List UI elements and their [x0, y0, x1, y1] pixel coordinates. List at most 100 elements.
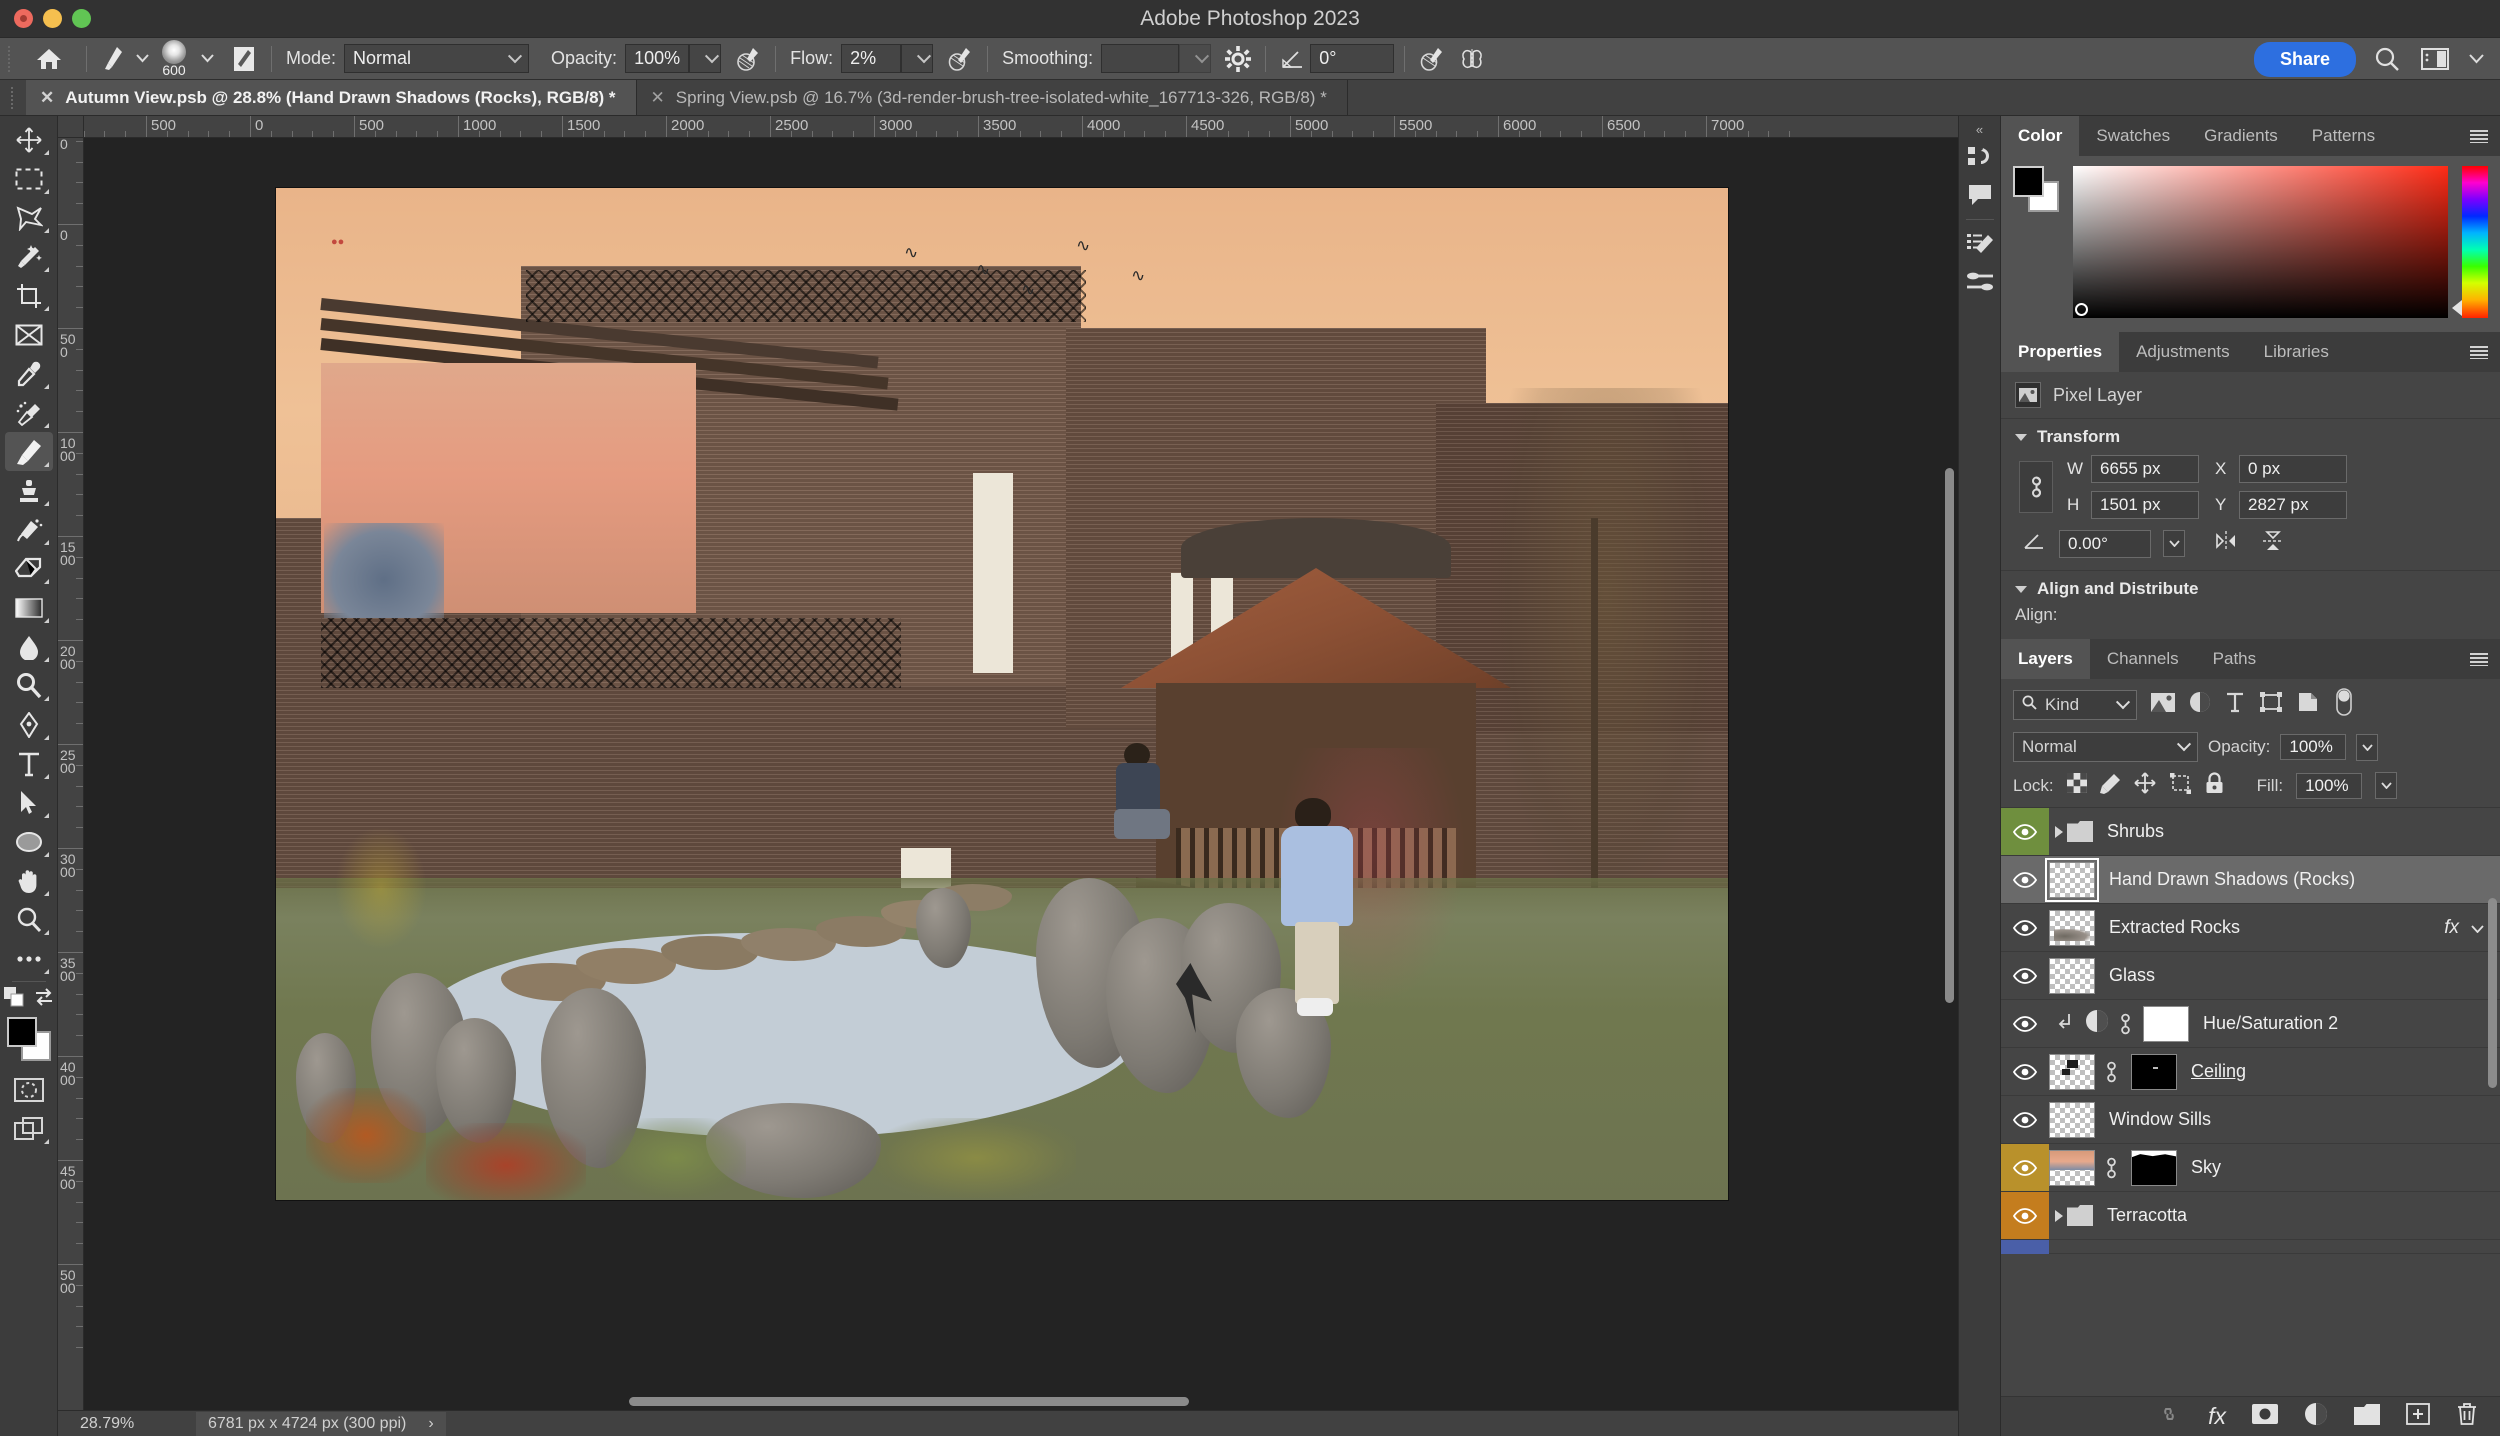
filter-kind-select[interactable]: Kind	[2013, 689, 2137, 720]
quick-mask-icon[interactable]	[5, 1070, 53, 1109]
angle-dropdown-icon[interactable]	[2163, 530, 2185, 557]
type-tool[interactable]	[5, 744, 53, 783]
chevron-right-icon[interactable]	[2055, 825, 2063, 838]
transform-section-header[interactable]: Transform	[2001, 419, 2500, 451]
layer-mask-thumbnail[interactable]	[2131, 1053, 2177, 1090]
spot-healing-brush-tool[interactable]	[5, 393, 53, 432]
tab-bar-grip[interactable]	[8, 86, 18, 109]
flow-stepper[interactable]	[901, 44, 934, 73]
tab-paths[interactable]: Paths	[2196, 639, 2273, 679]
tab-patterns[interactable]: Patterns	[2295, 116, 2392, 156]
brush-size-chevron-icon[interactable]	[195, 42, 219, 76]
layer-name[interactable]: Hand Drawn Shadows (Rocks)	[2109, 869, 2355, 890]
hue-slider[interactable]	[2452, 166, 2488, 318]
layer-visibility-toggle[interactable]	[2001, 952, 2049, 999]
layer-visibility-toggle[interactable]	[2001, 1144, 2049, 1191]
add-layer-mask-icon[interactable]	[2252, 1404, 2278, 1429]
layer-opacity-stepper[interactable]	[2356, 733, 2379, 761]
history-panel-icon[interactable]	[1962, 138, 1998, 176]
comments-panel-icon[interactable]	[1962, 176, 1998, 214]
smoothing-input[interactable]	[1101, 44, 1180, 73]
layer-row-terracotta[interactable]: Terracotta	[2001, 1192, 2500, 1240]
layer-fill-stepper[interactable]	[2375, 772, 2398, 799]
lock-artboard-icon[interactable]	[2169, 772, 2192, 799]
layer-row-sky[interactable]: Sky	[2001, 1144, 2500, 1192]
layer-thumbnail[interactable]	[2049, 1149, 2095, 1186]
pressure-opacity-icon[interactable]	[731, 42, 765, 76]
layer-name[interactable]: Sky	[2191, 1157, 2221, 1178]
color-field[interactable]	[2073, 166, 2448, 318]
layer-thumbnail[interactable]	[2049, 957, 2095, 994]
foreground-color-swatch[interactable]	[6, 1017, 37, 1047]
close-icon[interactable]: ✕	[40, 88, 54, 108]
collapse-panels-icon[interactable]: «	[1976, 120, 1983, 138]
angle-input[interactable]: 0.00°	[2059, 529, 2151, 558]
mask-link-icon[interactable]	[2119, 1011, 2135, 1037]
window-controls[interactable]	[0, 9, 91, 28]
layer-visibility-toggle[interactable]	[2001, 1239, 2049, 1254]
y-input[interactable]: 2827 px	[2239, 491, 2347, 519]
horizontal-ruler[interactable]: 0005000500100015002000250030003500400045…	[84, 116, 1958, 138]
layer-row-partial[interactable]	[2001, 1239, 2500, 1254]
dodge-tool[interactable]	[5, 666, 53, 705]
tab-swatches[interactable]: Swatches	[2079, 116, 2187, 156]
layers-scrollbar[interactable]	[2488, 898, 2497, 1088]
chevron-down-icon[interactable]	[2466, 42, 2486, 76]
tab-libraries[interactable]: Libraries	[2247, 332, 2346, 372]
brush-presets-panel-icon[interactable]	[1962, 263, 1998, 301]
brush-preset-chevron-icon[interactable]	[131, 42, 153, 76]
lasso-tool[interactable]	[5, 198, 53, 237]
close-icon[interactable]: ✕	[651, 88, 665, 108]
link-wh-icon[interactable]	[2019, 461, 2053, 513]
foreground-background-color[interactable]	[6, 1016, 52, 1062]
document-size-info[interactable]: 6781 px x 4724 px (300 ppi) ›	[196, 1411, 446, 1436]
layer-row-shrubs[interactable]: Shrubs	[2001, 808, 2500, 856]
zoom-level[interactable]: 28.79%	[80, 1415, 196, 1433]
options-bar-grip[interactable]	[6, 45, 16, 72]
panel-menu-icon[interactable]	[2470, 332, 2500, 372]
panel-menu-icon[interactable]	[2470, 639, 2500, 679]
rectangular-marquee-tool[interactable]	[5, 159, 53, 198]
flow-input[interactable]: 2%	[841, 44, 902, 73]
layer-list[interactable]: Shrubs Hand Drawn Shadows (Rocks) Extrac…	[2001, 807, 2500, 1396]
add-layer-style-icon[interactable]: fx	[2208, 1403, 2226, 1430]
airbrush-icon[interactable]	[943, 42, 977, 76]
flip-horizontal-icon[interactable]	[2213, 530, 2239, 557]
gradient-tool[interactable]	[5, 588, 53, 627]
layer-mask-thumbnail[interactable]	[2131, 1149, 2177, 1186]
brush-preset-icon[interactable]	[97, 42, 131, 76]
symmetry-butterfly-icon[interactable]	[1455, 42, 1489, 76]
artwork-canvas[interactable]: ∿ ∿ ∿ ∿ ∿ ●●	[276, 188, 1728, 1200]
brush-panel-icon[interactable]	[227, 42, 261, 76]
layer-fill-input[interactable]: 100%	[2296, 772, 2363, 799]
canvas-stage[interactable]: ∿ ∿ ∿ ∿ ∿ ●●	[84, 138, 1958, 1410]
panel-menu-icon[interactable]	[2470, 116, 2500, 156]
layer-name[interactable]: Window Sills	[2109, 1109, 2211, 1130]
brush-settings-panel-icon[interactable]	[1962, 225, 1998, 263]
pen-tool[interactable]	[5, 705, 53, 744]
lock-transparency-icon[interactable]	[2066, 773, 2087, 798]
pressure-size-icon[interactable]	[1415, 42, 1449, 76]
blur-tool[interactable]	[5, 627, 53, 666]
hand-tool[interactable]	[5, 861, 53, 900]
align-distribute-section-header[interactable]: Align and Distribute	[2001, 571, 2500, 603]
new-layer-icon[interactable]	[2406, 1403, 2430, 1430]
chevron-right-icon[interactable]	[2055, 1209, 2063, 1222]
tab-color[interactable]: Color	[2001, 116, 2080, 156]
shape-filter-icon[interactable]	[2259, 691, 2283, 718]
frame-tool[interactable]	[5, 315, 53, 354]
tab-properties[interactable]: Properties	[2001, 332, 2120, 372]
path-selection-tool[interactable]	[5, 783, 53, 822]
object-selection-tool[interactable]	[5, 237, 53, 276]
layer-name[interactable]: Extracted Rocks	[2109, 917, 2240, 938]
layer-name[interactable]: Hue/Saturation 2	[2203, 1013, 2338, 1034]
vertical-ruler[interactable]: 5000500100015002000250030003500400045005…	[58, 138, 84, 1410]
adjustment-filter-icon[interactable]	[2189, 691, 2211, 718]
layer-visibility-toggle[interactable]	[2001, 1000, 2049, 1047]
smoothing-stepper[interactable]	[1179, 44, 1212, 73]
layer-row-hue-saturation-2[interactable]: Hue/Saturation 2	[2001, 1000, 2500, 1048]
lock-position-icon[interactable]	[2134, 772, 2156, 799]
layer-visibility-toggle[interactable]	[2001, 904, 2049, 951]
foreground-color-swatch[interactable]	[2013, 166, 2044, 197]
document-tab-spring-view[interactable]: ✕ Spring View.psb @ 16.7% (3d-render-bru…	[637, 80, 1348, 115]
